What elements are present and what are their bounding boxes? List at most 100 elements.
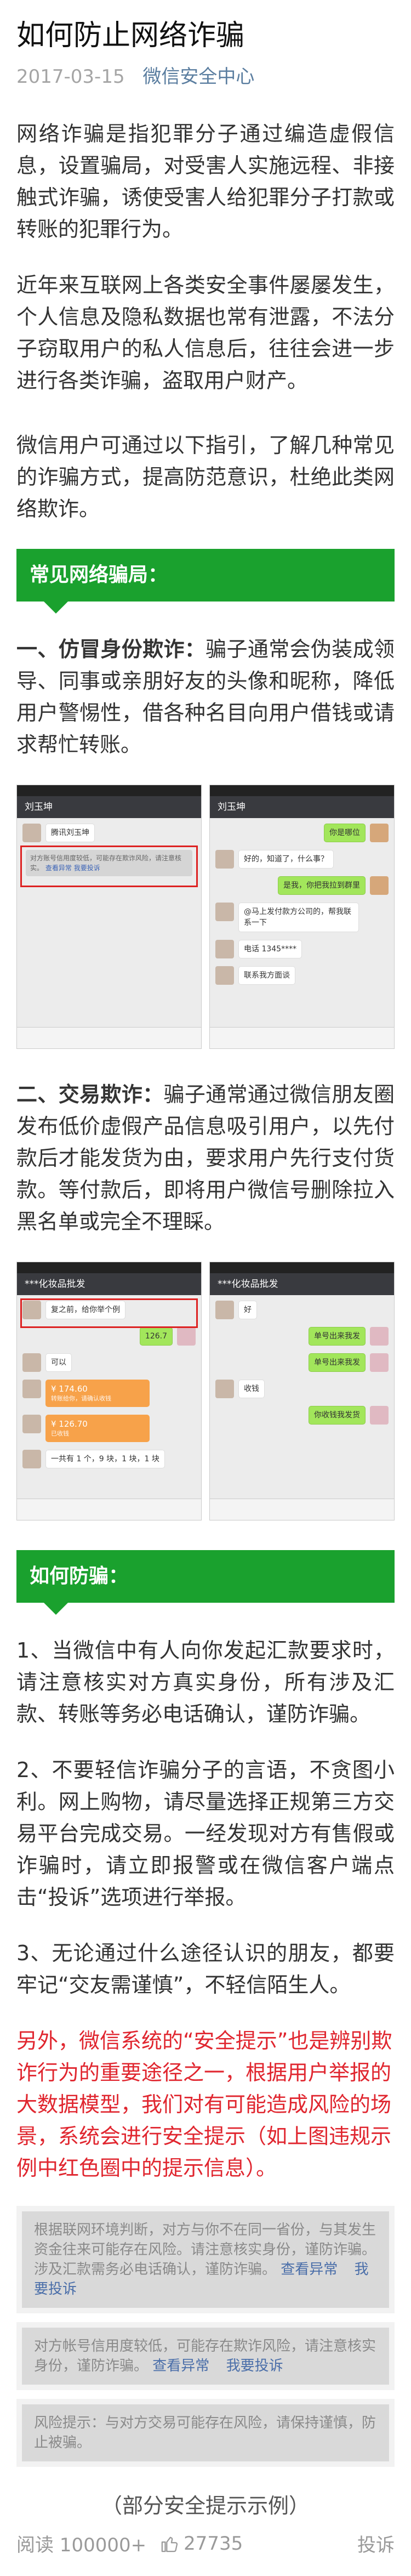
avatar — [22, 1380, 41, 1398]
chat-bubble: 可以 — [45, 1353, 72, 1372]
article: 如何防止网络诈骗 2017-03-15 微信安全中心 网络诈骗是指犯罪分子通过编… — [0, 16, 411, 2519]
transfer-label: 转账给你，请确认收钱 — [51, 1395, 111, 1402]
chat-message: 一共有 1 个，9 块，1 块，1 块 — [22, 1450, 196, 1468]
chat-message: 是我，你把我拉到群里 — [215, 876, 389, 895]
prevention-tip-2: 2、不要轻信诈骗分子的言语，不贪图小利。网上购物，请尽量选择正规第三方交易平台完… — [16, 1758, 395, 1909]
chat-message: 单号出来我发 — [215, 1327, 389, 1346]
chat-message: 可以 — [22, 1353, 196, 1372]
section-heading-common-scams: 常见网络骗局： — [16, 549, 395, 614]
intro-paragraph-1: 网络诈骗是指犯罪分子通过编造虚假信息，设置骗局，对受害人实施远程、非接触式诈骗，… — [16, 122, 395, 241]
chat-bubble: 单号出来我发 — [309, 1353, 366, 1372]
example-phone-left: 刘玉坤 腾讯刘玉坤 对方账号信用度较低，可能存在欺诈风险，请注意核实。 查看异常… — [16, 785, 202, 1049]
phone-status-bar — [17, 1262, 201, 1273]
transfer-amount: ¥ 174.60 — [51, 1384, 88, 1394]
scam-type-2-title: 二、交易欺诈： — [16, 1082, 164, 1107]
report-link[interactable]: 我要投诉 — [74, 864, 100, 872]
phone-chat-title: 刘玉坤 — [17, 796, 201, 818]
chat-message: @马上发付款方公司的，帮我联系一下 — [215, 903, 389, 932]
avatar — [215, 850, 234, 869]
phone-input-bar — [17, 1027, 201, 1048]
transfer-card[interactable]: ¥ 174.60 转账给你，请确认收钱 — [45, 1380, 150, 1407]
chat-message: 复之前，给你举个例 — [22, 1301, 196, 1319]
security-prompt-example: 根据联网环境判断，对方与你不在同一省份，与其发生资金往来可能存在风险。请注意核实… — [16, 2206, 395, 2313]
phone-chat: 复之前，给你举个例 126.7 可以 ¥ 174.60 转账给你，请确认收钱 ¥… — [17, 1295, 201, 1482]
chat-message: 好 — [215, 1301, 389, 1319]
example-screenshots-trade: ***化妆品批发 复之前，给你举个例 126.7 可以 ¥ 174.60 转账给… — [16, 1262, 395, 1520]
avatar — [177, 1327, 196, 1346]
phone-chat: 腾讯刘玉坤 对方账号信用度较低，可能存在欺诈风险，请注意核实。 查看异常 我要投… — [17, 818, 201, 889]
avatar — [370, 1327, 389, 1346]
phone-status-bar — [17, 785, 201, 796]
chat-bubble: 你是哪位 — [324, 824, 366, 842]
scam-type-1: 一、仿冒身份欺诈：骗子通常会伪装成领导、同事或亲朋好友的头像和昵称，降低用户警惕… — [16, 633, 395, 761]
chat-bubble: 电话 1345**** — [238, 940, 302, 958]
chat-bubble: 联系我方面谈 — [238, 966, 295, 985]
avatar — [22, 1301, 41, 1319]
phone-chat: 你是哪位 好的，知道了，什么事？ 是我，你把我拉到群里 @马上发付款方公司的，帮… — [210, 818, 394, 998]
chat-message: 好的，知道了，什么事？ — [215, 850, 389, 869]
transfer-card[interactable]: ¥ 126.70 已收钱 — [45, 1415, 150, 1442]
scam-type-2: 二、交易欺诈：骗子通常通过微信朋友圈发布低价虚假产品信息吸引用户，以先付款后才能… — [16, 1079, 395, 1238]
phone-chat: 好 单号出来我发 单号出来我发 收钱 你收钱我发货 — [210, 1295, 394, 1438]
prevention-tip-1: 1、当微信中有人向你发起汇款要求时，请注意核实对方真实身份，所有涉及汇款、转账等… — [16, 1638, 395, 1726]
example-phone-left: ***化妆品批发 复之前，给你举个例 126.7 可以 ¥ 174.60 转账给… — [16, 1262, 202, 1520]
intro-paragraph-2: 近年来互联网上各类安全事件屡屡发生，个人信息及隐私数据也常有泄露，不法分子窃取用… — [16, 273, 395, 393]
article-meta: 2017-03-15 微信安全中心 — [16, 61, 395, 88]
section-heading-prevention: 如何防骗： — [16, 1550, 395, 1615]
scam-type-1-title: 一、仿冒身份欺诈： — [16, 637, 206, 661]
avatar — [22, 1450, 41, 1468]
avatar — [215, 966, 234, 985]
article-footer: 阅读 100000+ 27735 投诉 — [16, 2530, 395, 2557]
chat-bubble: 腾讯刘玉坤 — [45, 824, 95, 842]
account-link[interactable]: 微信安全中心 — [142, 66, 254, 88]
image-caption: （部分安全提示示例） — [101, 2494, 310, 2518]
view-anomaly-link[interactable]: 查看异常 — [281, 2261, 338, 2278]
chat-message: 126.7 — [22, 1327, 196, 1346]
security-prompt-example: 风险提示：与对方交易可能存在风险，请保持谨慎，防止被骗。 — [16, 2399, 395, 2467]
security-prompt-example: 对方帐号信用度较低，可能存在欺诈风险，请注意核实身份，谨防诈骗。 查看异常 我要… — [16, 2322, 395, 2390]
complain-link[interactable]: 投诉 — [357, 2530, 395, 2557]
chat-bubble: 收钱 — [238, 1380, 265, 1398]
security-prompt-examples: 根据联网环境判断，对方与你不在同一省份，与其发生资金往来可能存在风险。请注意核实… — [16, 2206, 395, 2467]
phone-chat-title: ***化妆品批发 — [210, 1273, 394, 1295]
chat-message: 你收钱我发货 — [215, 1406, 389, 1425]
security-prompt-text: 风险提示：与对方交易可能存在风险，请保持谨慎，防止被骗。 — [34, 2415, 376, 2451]
avatar — [22, 1353, 41, 1372]
chat-bubble: @马上发付款方公司的，帮我联系一下 — [238, 903, 359, 932]
chat-message: 收钱 — [215, 1380, 389, 1398]
avatar — [215, 1380, 234, 1398]
avatar — [370, 824, 389, 842]
chat-message: 联系我方面谈 — [215, 966, 389, 985]
article-title: 如何防止网络诈骗 — [16, 19, 245, 52]
phone-status-bar — [210, 785, 394, 796]
prevention-tip-3: 3、无论通过什么途径认识的朋友，都要牢记“交友需谨慎”，不轻信陌生人。 — [16, 1941, 395, 1997]
chat-bubble: 单号出来我发 — [309, 1327, 366, 1346]
read-count: 阅读 100000+ — [16, 2534, 147, 2556]
phone-chat-title: 刘玉坤 — [210, 796, 394, 818]
transfer-amount: ¥ 126.70 — [51, 1419, 88, 1429]
security-notice-paragraph: 另外，微信系统的“安全提示”也是辨别欺诈行为的重要途径之一，根据用户举报的大数据… — [16, 2029, 392, 2180]
avatar — [215, 940, 234, 958]
avatar — [22, 824, 41, 842]
security-warning-message: 对方账号信用度较低，可能存在欺诈风险，请注意核实。 查看异常 我要投诉 — [26, 850, 192, 876]
view-anomaly-link[interactable]: 查看异常 — [152, 2358, 209, 2374]
phone-input-bar — [17, 1499, 201, 1520]
phone-status-bar — [210, 1262, 394, 1273]
chat-bubble: 复之前，给你举个例 — [45, 1301, 125, 1319]
avatar — [22, 1415, 41, 1433]
report-link[interactable]: 我要投诉 — [226, 2358, 283, 2374]
transfer-label: 已收钱 — [51, 1430, 69, 1437]
chat-bubble: 是我，你把我拉到群里 — [278, 876, 366, 895]
thumbs-up-icon — [161, 2537, 178, 2552]
avatar — [370, 876, 389, 895]
chat-bubble: 你收钱我发货 — [309, 1406, 366, 1425]
chat-bubble: 126.7 — [139, 1327, 173, 1346]
like-button[interactable]: 27735 — [161, 2533, 243, 2555]
view-anomaly-link[interactable]: 查看异常 — [45, 864, 72, 872]
chat-message: 单号出来我发 — [215, 1353, 389, 1372]
chat-bubble: 好 — [238, 1301, 257, 1319]
example-phone-right: ***化妆品批发 好 单号出来我发 单号出来我发 收钱 你收钱我发货 — [209, 1262, 395, 1520]
avatar — [215, 1301, 234, 1319]
like-count: 27735 — [184, 2532, 243, 2555]
publish-date: 2017-03-15 — [16, 66, 125, 88]
